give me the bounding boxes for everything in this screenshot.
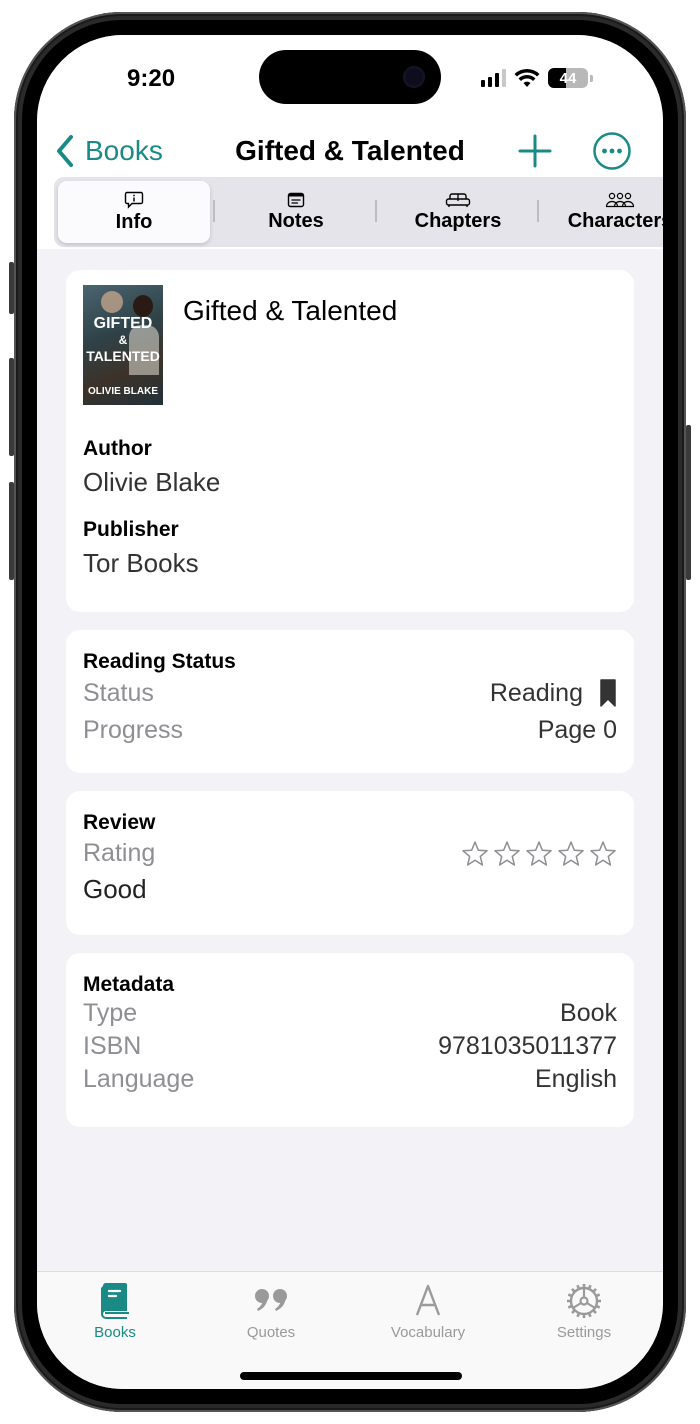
book-icon bbox=[101, 1283, 129, 1319]
cellular-signal-icon bbox=[481, 69, 506, 87]
add-button[interactable] bbox=[515, 131, 555, 171]
volume-up-button bbox=[9, 358, 14, 456]
tab-bar: Books Quotes Vocabulary Settings bbox=[37, 1271, 663, 1389]
book-details-card: GIFTED & TALENTED OLIVIE BLAKE Gifted & … bbox=[66, 270, 634, 612]
bookmark-icon bbox=[600, 679, 616, 707]
tab-label: Books bbox=[94, 1324, 136, 1341]
metadata-row-type: Type Book bbox=[83, 999, 617, 1028]
segment-divider bbox=[213, 200, 215, 222]
segment-control-wrapper: Info Notes Chapters Characters bbox=[37, 177, 663, 249]
wifi-icon bbox=[514, 68, 540, 87]
volume-down-button bbox=[9, 482, 14, 580]
metadata-label: Type bbox=[83, 999, 138, 1027]
gear-icon bbox=[567, 1284, 601, 1318]
star-icon[interactable] bbox=[461, 840, 489, 868]
segment-characters[interactable]: Characters bbox=[544, 181, 663, 243]
action-button bbox=[9, 262, 14, 314]
tab-quotes[interactable]: Quotes bbox=[211, 1282, 331, 1341]
metadata-label: Language bbox=[83, 1065, 195, 1093]
home-indicator[interactable] bbox=[240, 1372, 462, 1380]
book-info-content: GIFTED & TALENTED OLIVIE BLAKE Gifted & … bbox=[66, 270, 634, 1145]
star-icon[interactable] bbox=[557, 840, 585, 868]
star-icon[interactable] bbox=[493, 840, 521, 868]
tab-vocabulary[interactable]: Vocabulary bbox=[368, 1282, 488, 1341]
author-label: Author bbox=[83, 437, 152, 460]
rating-label: Rating bbox=[83, 839, 156, 867]
segment-divider bbox=[375, 200, 377, 222]
screen: 9:20 44 Books Gifted & Talented Info Not… bbox=[37, 35, 663, 1389]
metadata-row-language: Language English bbox=[83, 1065, 617, 1094]
tab-label: Quotes bbox=[246, 1324, 296, 1341]
chevron-left-icon bbox=[57, 135, 73, 167]
ellipsis-circle-icon bbox=[593, 132, 631, 170]
info-bubble-icon bbox=[124, 191, 144, 209]
tab-label: Settings bbox=[556, 1324, 612, 1341]
metadata-title: Metadata bbox=[83, 973, 175, 996]
status-time: 9:20 bbox=[127, 65, 176, 92]
publisher-value: Tor Books bbox=[83, 548, 199, 578]
tab-label: Vocabulary bbox=[390, 1324, 466, 1341]
segment-chapters[interactable]: Chapters bbox=[382, 181, 534, 243]
power-button bbox=[686, 425, 691, 580]
metadata-value: Book bbox=[560, 999, 617, 1027]
status-icons: 44 bbox=[481, 68, 593, 88]
sofa-icon bbox=[445, 192, 471, 207]
publisher-label: Publisher bbox=[83, 518, 179, 541]
rating-row: Rating bbox=[83, 839, 617, 868]
cover-title-line1: GIFTED bbox=[93, 315, 153, 332]
segment-label: Characters bbox=[567, 209, 663, 232]
plus-icon bbox=[518, 134, 552, 168]
book-title: Gifted & Talented bbox=[183, 295, 398, 326]
people-icon bbox=[605, 192, 635, 207]
segment-info[interactable]: Info bbox=[58, 181, 210, 243]
segment-divider bbox=[537, 200, 539, 222]
segment-label: Notes bbox=[268, 209, 324, 232]
metadata-value: 9781035011377 bbox=[438, 1032, 617, 1060]
dynamic-island bbox=[259, 50, 441, 104]
star-icon[interactable] bbox=[589, 840, 617, 868]
letter-a-icon bbox=[415, 1284, 441, 1316]
star-icon[interactable] bbox=[525, 840, 553, 868]
cover-author: OLIVIE BLAKE bbox=[87, 386, 158, 397]
battery-icon: 44 bbox=[548, 68, 588, 88]
reading-status-title: Reading Status bbox=[83, 650, 236, 673]
back-label: Books bbox=[85, 135, 163, 166]
review-card: Review Rating Good bbox=[66, 791, 634, 935]
note-icon bbox=[287, 192, 305, 207]
cover-title-line3: TALENTED bbox=[86, 348, 160, 364]
metadata-value: English bbox=[535, 1065, 617, 1093]
navigation-bar: Books Gifted & Talented bbox=[37, 125, 663, 177]
progress-row[interactable]: Progress Page 0 bbox=[83, 716, 617, 745]
review-text: Good bbox=[83, 874, 147, 904]
cover-title-line2: & bbox=[118, 333, 128, 347]
segment-label: Info bbox=[115, 210, 153, 233]
status-row[interactable]: Status Reading bbox=[83, 678, 617, 708]
tab-books[interactable]: Books bbox=[55, 1282, 175, 1341]
battery-indicator: 44 bbox=[548, 68, 593, 88]
metadata-card: Metadata Type Book ISBN 9781035011377 La… bbox=[66, 953, 634, 1127]
back-button[interactable]: Books bbox=[55, 125, 163, 177]
progress-label: Progress bbox=[83, 716, 184, 744]
author-value: Olivie Blake bbox=[83, 467, 221, 497]
status-value: Reading bbox=[489, 678, 583, 707]
status-label: Status bbox=[83, 678, 154, 707]
segment-notes[interactable]: Notes bbox=[220, 181, 372, 243]
segmented-control: Info Notes Chapters Characters bbox=[54, 177, 663, 247]
quote-icon bbox=[255, 1289, 287, 1311]
reading-status-card: Reading Status Status Reading Progress P… bbox=[66, 630, 634, 773]
metadata-row-isbn: ISBN 9781035011377 bbox=[83, 1032, 617, 1061]
review-title: Review bbox=[83, 811, 156, 834]
metadata-label: ISBN bbox=[83, 1032, 142, 1060]
more-options-button[interactable] bbox=[592, 131, 632, 171]
star-rating[interactable] bbox=[461, 840, 617, 868]
book-cover-image[interactable]: GIFTED & TALENTED OLIVIE BLAKE bbox=[83, 285, 163, 405]
progress-value: Page 0 bbox=[537, 716, 617, 744]
battery-percent: 44 bbox=[559, 69, 577, 87]
segment-label: Chapters bbox=[414, 209, 502, 232]
tab-settings[interactable]: Settings bbox=[524, 1282, 644, 1341]
